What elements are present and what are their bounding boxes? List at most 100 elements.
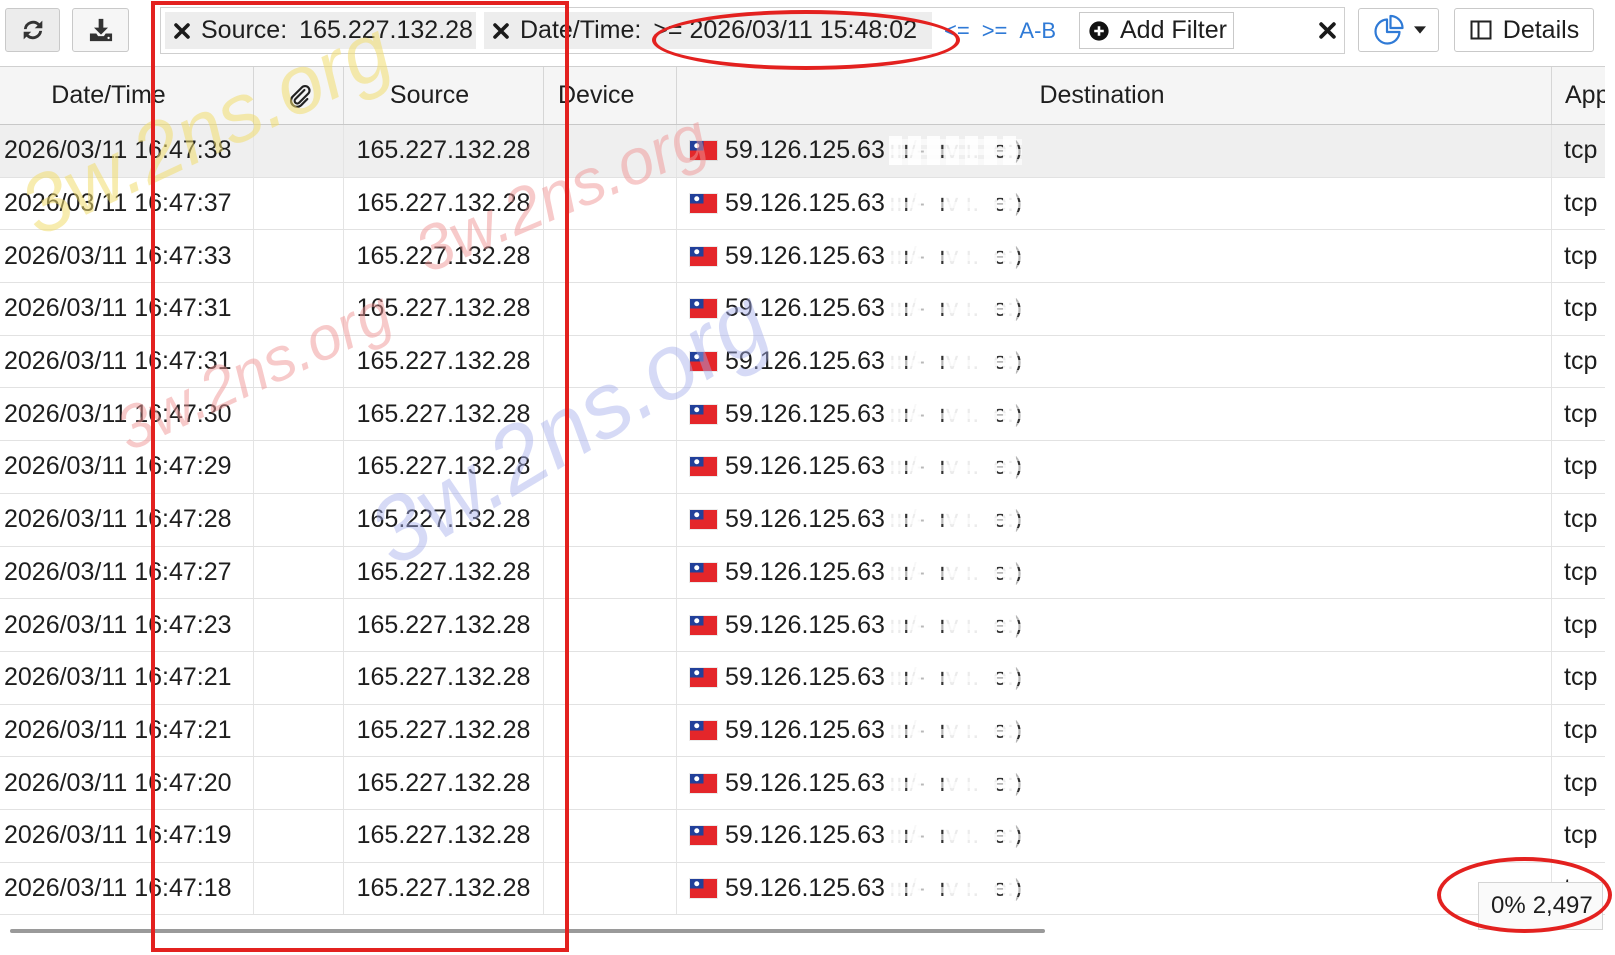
table-row[interactable]: 2026/03/11 16:47:21 165.227.132.28 59.12… xyxy=(0,704,1605,758)
cell-source: 165.227.132.28 xyxy=(344,283,544,335)
destination-ip: 59.126.125.63 xyxy=(725,241,885,270)
table-row[interactable]: 2026/03/11 16:47:33 165.227.132.28 59.12… xyxy=(0,230,1605,284)
cell-app: tcp xyxy=(1564,768,1598,797)
cell-destination: 59.126.125.63 ııı/- ıv ı. e:) xyxy=(677,441,1552,493)
destination-ip: 59.126.125.63 xyxy=(725,189,885,218)
refresh-button[interactable] xyxy=(5,8,60,52)
operator-greater-equal[interactable]: >= xyxy=(982,18,1008,44)
table-row[interactable]: 2026/03/11 16:47:27 165.227.132.28 59.12… xyxy=(0,546,1605,600)
cell-datetime: 2026/03/11 16:47:31 xyxy=(0,283,254,335)
table-row[interactable]: 2026/03/11 16:47:31 165.227.132.28 59.12… xyxy=(0,335,1605,389)
destination-ip: 59.126.125.63 xyxy=(725,610,885,639)
cell-app: tcp xyxy=(1564,241,1598,270)
destination-hostname-redacted: ııı/- ıv ı. e:) xyxy=(888,136,1023,166)
column-label: Source xyxy=(389,81,470,109)
column-header-source[interactable]: Source xyxy=(344,67,544,124)
add-filter-button[interactable]: Add Filter xyxy=(1079,12,1234,49)
table-row[interactable]: 2026/03/11 16:47:28 165.227.132.28 59.12… xyxy=(0,493,1605,547)
cell-datetime: 2026/03/11 16:47:37 xyxy=(0,177,254,230)
cell-app: tcp xyxy=(1564,347,1598,376)
filter-field-label: Source: xyxy=(201,16,288,44)
log-table-header: Date/Time Source Device Destination App xyxy=(0,66,1605,125)
table-row[interactable]: 2026/03/11 16:47:29 165.227.132.28 59.12… xyxy=(0,441,1605,494)
cell-destination: 59.126.125.63 ııı/- ıv ı. e:) xyxy=(677,230,1552,283)
filter-operators: <= >= A-B xyxy=(944,12,1056,49)
column-header-datetime[interactable]: Date/Time xyxy=(0,67,254,124)
table-row[interactable]: 2026/03/11 16:47:31 165.227.132.28 59.12… xyxy=(0,283,1605,336)
destination-ip: 59.126.125.63 xyxy=(725,715,885,744)
taiwan-flag-icon xyxy=(690,720,717,740)
column-header-app[interactable]: App xyxy=(1552,67,1605,124)
cell-source: 165.227.132.28 xyxy=(344,177,544,230)
cell-app: tcp xyxy=(1564,505,1598,534)
cell-attachment xyxy=(254,757,344,809)
taiwan-flag-icon xyxy=(690,299,717,319)
cell-attachment xyxy=(254,493,344,546)
remove-filter-icon[interactable] xyxy=(173,22,191,40)
cell-device xyxy=(544,335,677,388)
cell-datetime: 2026/03/11 16:47:20 xyxy=(0,757,254,809)
cell-attachment xyxy=(254,388,344,441)
cell-destination: 59.126.125.63 ııı/- ıv ı. e:) xyxy=(677,651,1552,704)
download-button[interactable] xyxy=(72,8,129,52)
table-row[interactable]: 2026/03/11 16:47:37 165.227.132.28 59.12… xyxy=(0,177,1605,231)
cell-destination: 59.126.125.63 ııı/- ıv ı. e:) xyxy=(677,177,1552,230)
table-row[interactable]: 2026/03/11 16:47:38 165.227.132.28 59.12… xyxy=(0,125,1605,178)
pie-chart-icon xyxy=(1372,13,1406,47)
destination-ip: 59.126.125.63 xyxy=(725,821,885,850)
cell-source: 165.227.132.28 xyxy=(344,493,544,546)
clear-filters-icon[interactable] xyxy=(1318,21,1337,40)
column-header-destination[interactable]: Destination xyxy=(677,67,1552,124)
cell-device xyxy=(544,441,677,493)
cell-attachment xyxy=(254,177,344,230)
destination-hostname-redacted: ııı/- ıv ı. e:) xyxy=(888,821,1023,851)
destination-hostname-redacted: ııı/- ıv ı. e:) xyxy=(888,294,1023,324)
cell-datetime: 2026/03/11 16:47:29 xyxy=(0,441,254,493)
remove-filter-icon[interactable] xyxy=(492,22,510,40)
cell-destination: 59.126.125.63 ııı/- ıv ı. e:) xyxy=(677,599,1552,651)
table-row[interactable]: 2026/03/11 16:47:21 165.227.132.28 59.12… xyxy=(0,651,1605,705)
table-row[interactable]: 2026/03/11 16:47:30 165.227.132.28 59.12… xyxy=(0,388,1605,442)
table-row[interactable]: 2026/03/11 16:47:20 165.227.132.28 59.12… xyxy=(0,757,1605,810)
cell-datetime: 2026/03/11 16:47:21 xyxy=(0,651,254,704)
table-row[interactable]: 2026/03/11 16:47:23 165.227.132.28 59.12… xyxy=(0,599,1605,652)
operator-range[interactable]: A-B xyxy=(1019,18,1056,44)
cell-source: 165.227.132.28 xyxy=(344,757,544,809)
column-label: Destination xyxy=(1039,81,1165,109)
filter-chip-datetime[interactable]: Date/Time: >= 2026/03/11 15:48:02 xyxy=(484,12,932,49)
column-header-device[interactable]: Device xyxy=(544,67,677,124)
cell-source: 165.227.132.28 xyxy=(344,599,544,651)
column-label: Date/Time xyxy=(51,81,166,109)
destination-hostname-redacted: ııı/- ıv ı. e:) xyxy=(888,452,1023,482)
taiwan-flag-icon xyxy=(690,668,717,688)
chart-menu-button[interactable] xyxy=(1358,8,1439,52)
download-icon xyxy=(87,16,115,44)
cell-app: tcp xyxy=(1564,663,1598,692)
column-label: App xyxy=(1565,81,1605,109)
filter-bar[interactable]: Source: 165.227.132.28 Date/Time: >= 202… xyxy=(160,7,1345,54)
horizontal-scrollbar[interactable] xyxy=(10,929,1045,933)
cell-destination: 59.126.125.63 ııı/- ıv ı. e:) xyxy=(677,335,1552,388)
destination-hostname-redacted: ııı/- ıv ı. e:) xyxy=(888,715,1023,745)
cell-destination: 59.126.125.63 ııı/- ıv ı. e:) xyxy=(677,125,1552,177)
columns-icon xyxy=(1469,18,1493,42)
cell-app: tcp xyxy=(1564,136,1598,165)
destination-hostname-redacted: ııı/- ıv ı. e:) xyxy=(888,347,1023,377)
filter-chip-source[interactable]: Source: 165.227.132.28 xyxy=(165,12,476,49)
table-row[interactable]: 2026/03/11 16:47:19 165.227.132.28 59.12… xyxy=(0,809,1605,863)
cell-device xyxy=(544,862,677,915)
operator-less-equal[interactable]: <= xyxy=(944,18,970,44)
destination-hostname-redacted: ııı/- ıv ı. e:) xyxy=(888,505,1023,535)
destination-ip: 59.126.125.63 xyxy=(725,136,885,165)
column-header-attachment[interactable] xyxy=(254,67,344,124)
cell-app: tcp xyxy=(1564,610,1598,639)
cell-device xyxy=(544,599,677,651)
table-row[interactable]: 2026/03/11 16:47:18 165.227.132.28 59.12… xyxy=(0,862,1605,916)
cell-source: 165.227.132.28 xyxy=(344,809,544,862)
cell-source: 165.227.132.28 xyxy=(344,546,544,599)
filter-value: >= 2026/03/11 15:48:02 xyxy=(653,16,917,44)
cell-device xyxy=(544,651,677,704)
details-button[interactable]: Details xyxy=(1454,8,1594,52)
column-label: Device xyxy=(558,81,635,109)
cell-app: tcp xyxy=(1564,821,1598,850)
